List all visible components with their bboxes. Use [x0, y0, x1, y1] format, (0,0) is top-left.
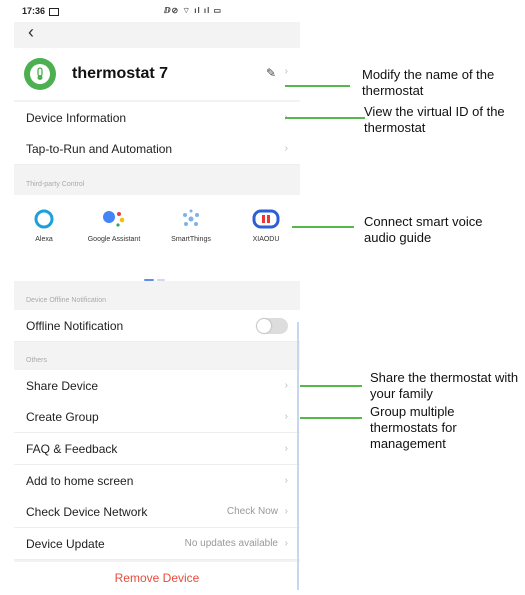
annotation-line-voice	[292, 226, 354, 228]
chevron-right-icon: ›	[284, 506, 288, 517]
chevron-right-icon: ›	[284, 380, 288, 391]
annotation-modify-name: Modify the name of the thermostat	[362, 67, 495, 98]
thermostat-avatar	[24, 58, 56, 90]
service-alexa[interactable]: Alexa	[14, 207, 74, 244]
update-status-value: No updates available	[184, 538, 278, 549]
service-smartthings[interactable]: SmartThings	[161, 207, 221, 244]
annotation-share: Share the thermostat with your family	[370, 370, 519, 401]
faq-feedback-row[interactable]: FAQ & Feedback ›	[14, 433, 300, 465]
chevron-right-icon: ›	[284, 411, 288, 422]
status-time: 17:36	[22, 6, 60, 16]
add-to-home-row[interactable]: Add to home screen ›	[14, 465, 300, 497]
annotation-group: Group multiple thermostats for managemen…	[370, 404, 457, 451]
google-assistant-icon	[103, 211, 125, 227]
annotation-virtual-id: View the virtual ID of the thermostat	[364, 104, 505, 135]
device-information-row[interactable]: Device Information ›	[14, 102, 300, 134]
edit-pencil-icon[interactable]: ✎	[266, 66, 276, 80]
thermometer-icon	[37, 67, 43, 80]
xiaodu-icon	[252, 209, 280, 229]
section-others: Others	[26, 357, 48, 364]
check-now-value: Check Now	[226, 506, 278, 517]
annotation-line-virtual-id	[285, 117, 365, 119]
annotation-line-modify	[285, 85, 350, 87]
chevron-right-icon: ›	[284, 443, 288, 454]
service-google-assistant[interactable]: Google Assistant	[84, 207, 144, 244]
offline-notification-toggle[interactable]	[256, 318, 288, 334]
scrollbar[interactable]	[297, 322, 299, 590]
section-offline: Device Offline Notification	[26, 297, 107, 304]
check-network-row[interactable]: Check Device Network Check Now ›	[14, 496, 300, 528]
back-arrow-icon[interactable]: ‹	[28, 22, 34, 43]
create-group-row[interactable]: Create Group ›	[14, 401, 300, 433]
annotation-line-share	[300, 385, 362, 387]
page-indicator	[144, 268, 168, 286]
section-third-party: Third-party Control	[26, 181, 85, 188]
annotation-line-group	[300, 417, 362, 419]
third-party-panel: Alexa Google Assistant SmartThings XIAOD…	[14, 195, 300, 281]
phone-screen: 17:36 ⅅ⊘ ⌔ ıl ıl ▭ ‹ thermostat 7 ✎ › De…	[14, 0, 300, 595]
tap-to-run-row[interactable]: Tap-to-Run and Automation ›	[14, 133, 300, 165]
annotation-voice: Connect smart voice audio guide	[364, 214, 483, 245]
chevron-right-icon: ›	[284, 143, 288, 154]
device-name: thermostat 7	[72, 65, 169, 82]
status-icons: ⅅ⊘ ⌔ ıl ıl ▭	[164, 6, 223, 15]
status-bar: 17:36 ⅅ⊘ ⌔ ıl ıl ▭	[14, 0, 300, 22]
chevron-right-icon: ›	[284, 475, 288, 486]
share-device-row[interactable]: Share Device ›	[14, 370, 300, 402]
chevron-right-icon: ›	[284, 538, 288, 549]
service-xiaodu[interactable]: XIAODU	[236, 207, 296, 244]
device-header[interactable]: thermostat 7 ✎ ›	[14, 48, 300, 100]
offline-notification-row: Offline Notification	[14, 310, 300, 342]
smartthings-icon	[183, 209, 199, 226]
device-update-row[interactable]: Device Update No updates available ›	[14, 528, 300, 560]
remove-device-button[interactable]: Remove Device	[14, 562, 300, 595]
alexa-icon	[34, 209, 54, 229]
chevron-right-icon: ›	[284, 66, 288, 77]
